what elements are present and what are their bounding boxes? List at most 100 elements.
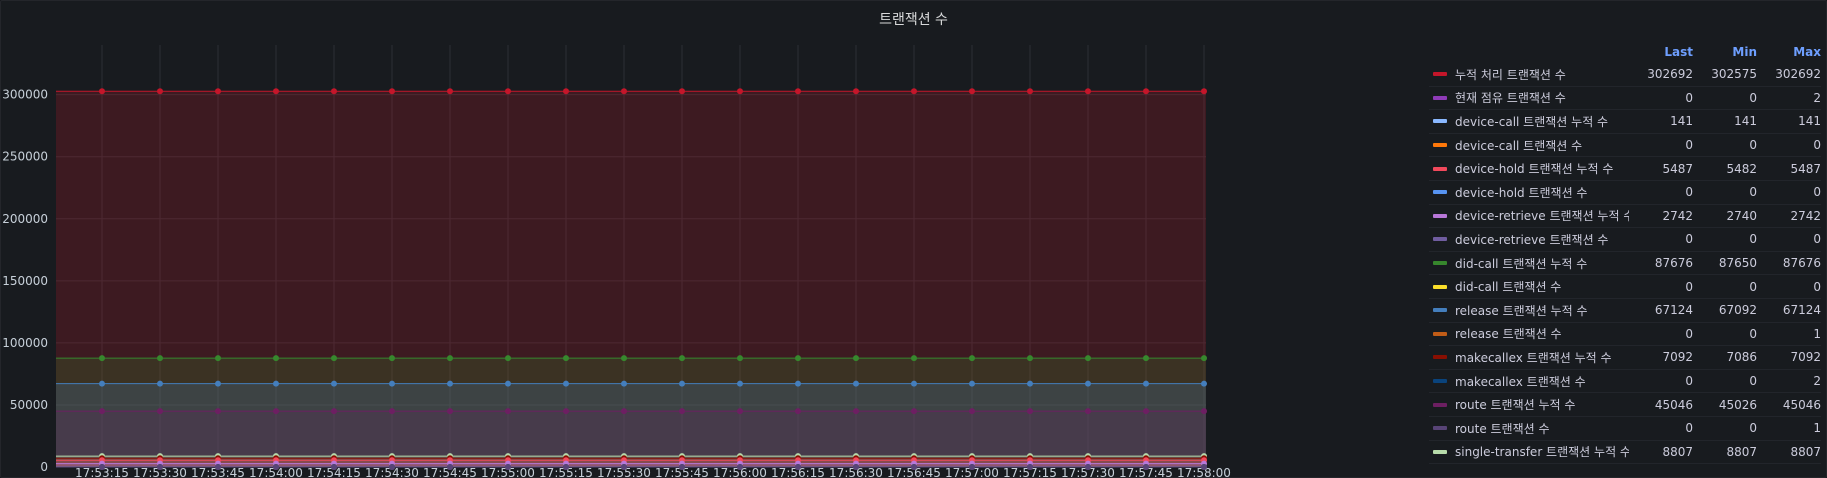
legend-header-max[interactable]: Max: [1757, 45, 1821, 63]
legend-item[interactable]: route 트랜잭션 수 0 0 1: [1429, 417, 1821, 441]
data-point: [679, 408, 685, 415]
legend-label: device-call 트랜잭션 누적 수: [1455, 114, 1609, 129]
legend-item[interactable]: device-retrieve 트랜잭션 누적 수 2742 2740 2742: [1429, 205, 1821, 229]
data-point: [157, 380, 163, 387]
data-point: [447, 464, 453, 470]
data-point: [99, 464, 105, 470]
data-point: [157, 355, 163, 362]
legend-max-value: 0: [1813, 138, 1821, 153]
data-point: [621, 88, 627, 95]
legend-item[interactable]: did-call 트랜잭션 누적 수 87676 87650 87676: [1429, 252, 1821, 276]
legend-min-value: 0: [1749, 232, 1757, 247]
legend-color-swatch: [1433, 143, 1447, 148]
data-point: [331, 464, 337, 470]
data-point: [679, 380, 685, 387]
data-point: [1027, 380, 1033, 387]
legend-item[interactable]: device-hold 트랜잭션 수 0 0 0: [1429, 181, 1821, 205]
legend-label: device-hold 트랜잭션 수: [1455, 185, 1588, 200]
legend-item[interactable]: route 트랜잭션 누적 수 45046 45026 45046: [1429, 393, 1821, 417]
legend-series-name: route 트랜잭션 누적 수: [1429, 396, 1629, 413]
legend-max-value: 0: [1813, 232, 1821, 247]
legend-min-value: 141: [1734, 114, 1757, 129]
legend-min-value: 67092: [1718, 303, 1757, 318]
legend-label: did-call 트랜잭션 수: [1455, 280, 1562, 295]
data-point: [215, 464, 221, 470]
legend-color-swatch: [1433, 402, 1447, 407]
legend-label: route 트랜잭션 수: [1455, 421, 1550, 436]
legend-label: single-transfer 트랜잭션 누적 수: [1455, 445, 1629, 460]
legend-min-value: 0: [1749, 421, 1757, 436]
legend-series-name: makecallex 트랜잭션 누적 수: [1429, 349, 1629, 366]
legend-last-value: 7092: [1662, 350, 1693, 365]
legend-last-value: 0: [1685, 421, 1693, 436]
legend-item[interactable]: makecallex 트랜잭션 누적 수 7092 7086 7092: [1429, 346, 1821, 370]
data-point: [389, 355, 395, 362]
legend-min-value: 5482: [1726, 161, 1757, 176]
legend-max-value: 141: [1798, 114, 1821, 129]
legend-max-value: 5487: [1790, 161, 1821, 176]
legend-last-value: 5487: [1662, 161, 1693, 176]
data-point: [1027, 408, 1033, 415]
legend-item[interactable]: release 트랜잭션 수 0 0 1: [1429, 323, 1821, 347]
data-point: [737, 355, 743, 362]
chart-plot[interactable]: 05000010000015000020000025000030000017:5…: [1, 1, 1426, 478]
data-point: [969, 355, 975, 362]
data-point: [1201, 88, 1207, 95]
data-point: [563, 380, 569, 387]
legend-item[interactable]: device-hold 트랜잭션 누적 수 5487 5482 5487: [1429, 157, 1821, 181]
legend-min-value: 2740: [1726, 208, 1757, 223]
legend-color-swatch: [1433, 426, 1447, 431]
legend-color-swatch: [1433, 213, 1447, 218]
legend-item[interactable]: device-call 트랜잭션 수 0 0 0: [1429, 134, 1821, 158]
data-point: [1201, 355, 1207, 362]
legend-max-value: 0: [1813, 279, 1821, 294]
legend-item[interactable]: device-call 트랜잭션 누적 수 141 141 141: [1429, 110, 1821, 134]
legend-series-name: release 트랜잭션 수: [1429, 325, 1629, 342]
data-point: [911, 380, 917, 387]
legend-last-value: 0: [1685, 185, 1693, 200]
legend-item[interactable]: did-call 트랜잭션 수 0 0 0: [1429, 275, 1821, 299]
legend-min-value: 45026: [1718, 397, 1757, 412]
data-point: [505, 408, 511, 415]
data-point: [737, 464, 743, 470]
y-tick-label: 50000: [10, 398, 48, 412]
legend-color-swatch: [1433, 379, 1447, 384]
legend-min-value: 302575: [1711, 67, 1757, 82]
data-point: [969, 88, 975, 95]
data-point: [795, 408, 801, 415]
legend-series-name: route 트랜잭션 수: [1429, 420, 1629, 437]
data-point: [331, 355, 337, 362]
legend-last-value: 0: [1685, 232, 1693, 247]
legend-item[interactable]: device-retrieve 트랜잭션 수 0 0 0: [1429, 228, 1821, 252]
legend-item[interactable]: single-transfer 트랜잭션 누적 수 8807 8807 8807: [1429, 441, 1821, 465]
data-point: [1143, 380, 1149, 387]
data-point: [563, 88, 569, 95]
data-point: [215, 88, 221, 95]
legend-item[interactable]: release 트랜잭션 누적 수 67124 67092 67124: [1429, 299, 1821, 323]
legend-header-min[interactable]: Min: [1693, 45, 1757, 63]
data-point: [99, 380, 105, 387]
data-point: [679, 88, 685, 95]
data-point: [447, 355, 453, 362]
legend-max-value: 7092: [1790, 350, 1821, 365]
legend-max-value: 1: [1813, 421, 1821, 436]
data-point: [1027, 464, 1033, 470]
data-point: [1027, 88, 1033, 95]
legend-max-value: 2742: [1790, 208, 1821, 223]
data-point: [1027, 355, 1033, 362]
data-point: [273, 380, 279, 387]
y-tick-label: 0: [40, 460, 48, 474]
legend-item[interactable]: 누적 처리 트랜잭션 수 302692 302575 302692: [1429, 63, 1821, 87]
data-point: [1143, 88, 1149, 95]
legend-item[interactable]: 현재 점유 트랜잭션 수 0 0 2: [1429, 87, 1821, 111]
legend-series-name: single-transfer 트랜잭션 누적 수: [1429, 443, 1629, 460]
data-point: [679, 355, 685, 362]
legend-header-last[interactable]: Last: [1629, 45, 1693, 63]
data-point: [563, 464, 569, 470]
legend-color-swatch: [1433, 308, 1447, 313]
data-point: [505, 464, 511, 470]
legend-max-value: 2: [1813, 374, 1821, 389]
legend-min-value: 0: [1749, 374, 1757, 389]
legend-item[interactable]: makecallex 트랜잭션 수 0 0 2: [1429, 370, 1821, 394]
legend-last-value: 0: [1685, 138, 1693, 153]
